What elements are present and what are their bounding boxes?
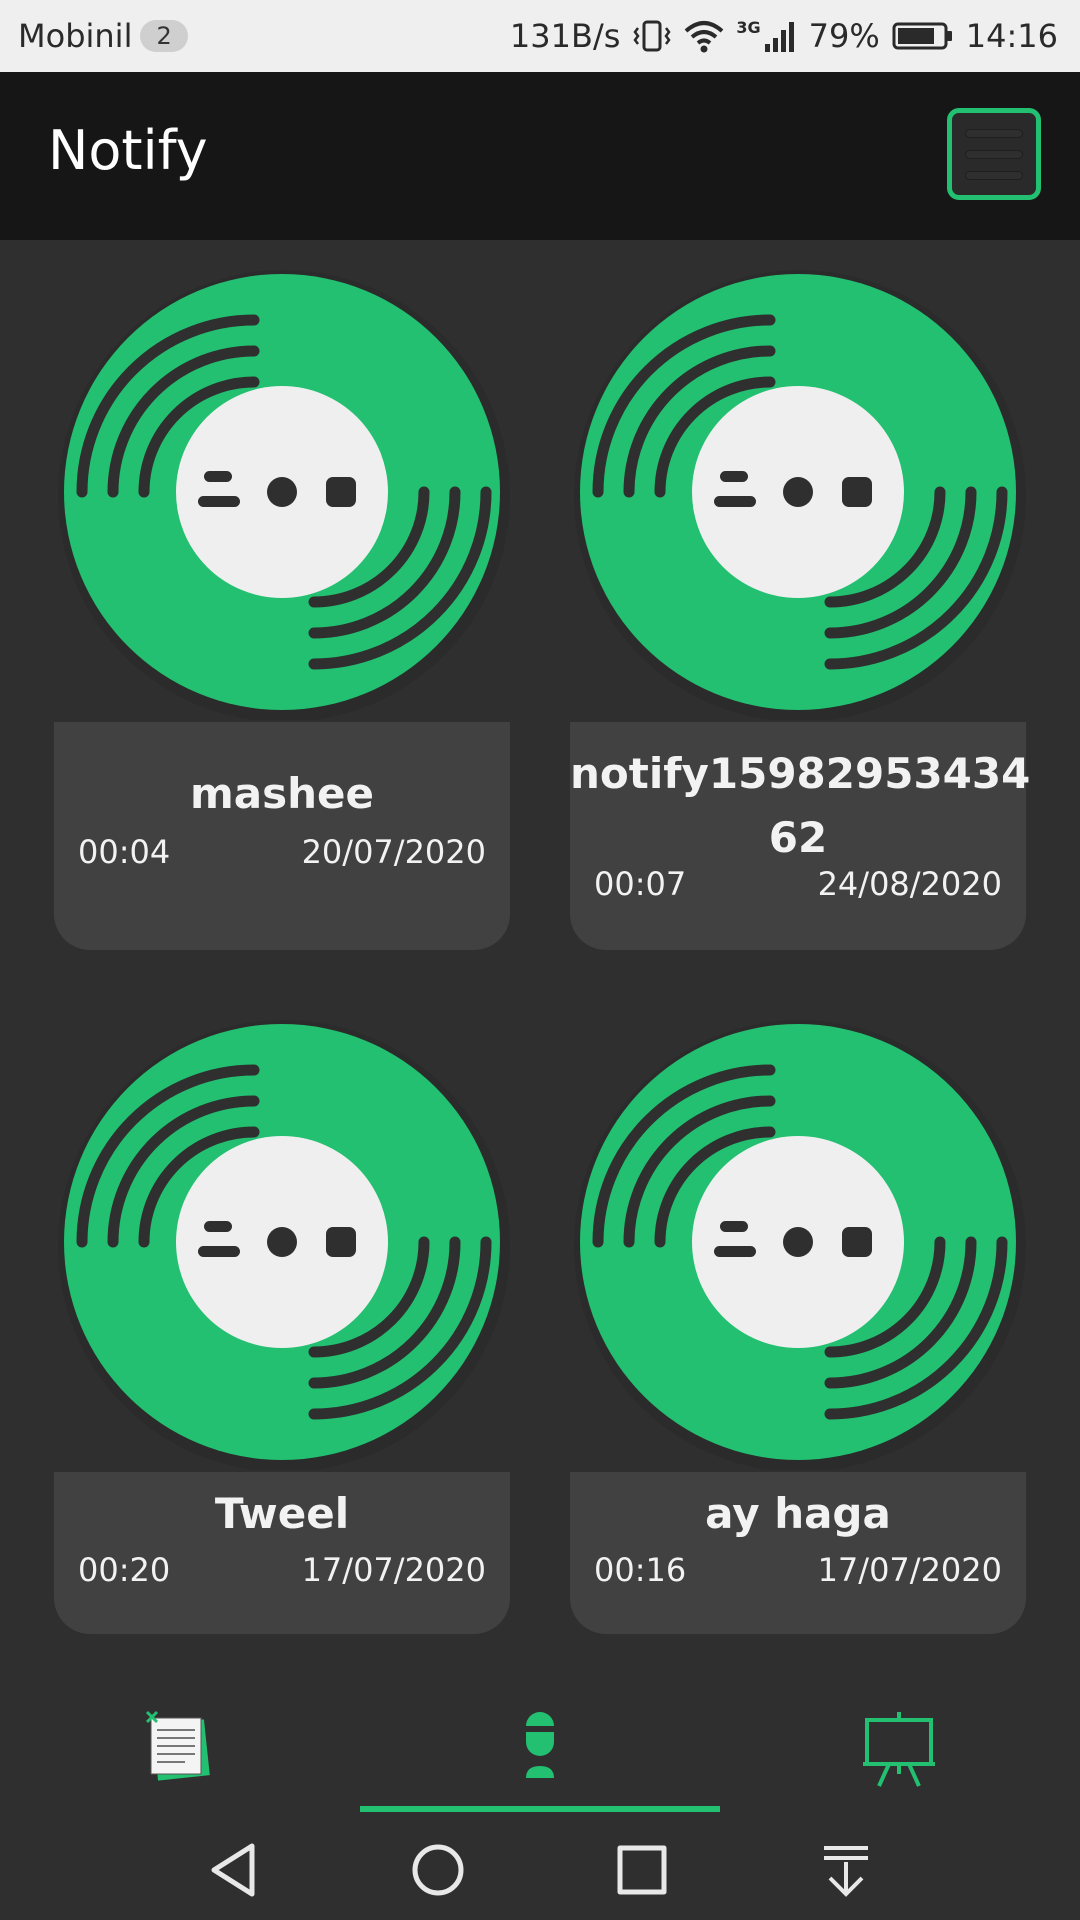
vinyl-disc-icon — [570, 264, 1026, 720]
recording-duration: 00:04 — [78, 833, 171, 871]
battery-icon — [892, 21, 954, 51]
recording-card[interactable]: notify15982953434 62 00:07 24/08/2020 — [570, 264, 1031, 950]
nav-recorder[interactable] — [495, 1702, 585, 1792]
nav-board[interactable] — [855, 1702, 945, 1792]
app-bar: Notify — [0, 72, 1080, 240]
wifi-icon — [684, 19, 724, 53]
hamburger-menu-icon — [966, 129, 1022, 137]
vibrate-icon — [632, 18, 672, 54]
vinyl-disc-icon — [54, 264, 510, 720]
recording-info: ay haga 00:16 17/07/2020 — [570, 1472, 1026, 1634]
recording-duration: 00:20 — [78, 1551, 171, 1589]
recording-card[interactable]: Tweel 00:20 17/07/2020 — [54, 1014, 510, 1634]
notifications-pulldown-icon[interactable] — [816, 1840, 876, 1900]
menu-button[interactable] — [947, 108, 1041, 200]
clock: 14:16 — [965, 17, 1058, 55]
status-bar: Mobinil 2 131B/s 3G 79% 14:16 — [0, 0, 1080, 72]
status-left: Mobinil 2 — [18, 17, 188, 55]
net-speed: 131B/s — [509, 17, 621, 55]
recents-square-icon[interactable] — [612, 1840, 672, 1900]
sim-badge: 2 — [140, 20, 188, 52]
recording-date: 20/07/2020 — [301, 833, 486, 871]
nav-notes[interactable] — [135, 1702, 225, 1792]
vinyl-disc-icon — [570, 1014, 1026, 1470]
recording-duration: 00:07 — [594, 865, 687, 903]
recording-info: Tweel 00:20 17/07/2020 — [54, 1472, 510, 1634]
app-title: Notify — [48, 119, 208, 182]
recording-title-line2: 62 — [768, 813, 828, 862]
menu-line — [966, 171, 1022, 179]
notepad-icon — [145, 1710, 210, 1781]
system-navigation-bar — [0, 1812, 1080, 1920]
vinyl-disc-icon — [54, 1014, 510, 1470]
recording-info: notify15982953434 62 00:07 24/08/2020 — [570, 722, 1031, 950]
home-circle-icon[interactable] — [408, 1840, 468, 1900]
back-triangle-icon[interactable] — [204, 1840, 264, 1900]
recording-date: 24/08/2020 — [817, 865, 1002, 903]
recording-info: mashee 00:04 20/07/2020 — [54, 722, 510, 950]
recording-date: 17/07/2020 — [301, 1551, 486, 1589]
easel-board-icon — [863, 1712, 935, 1787]
recording-card[interactable]: mashee 00:04 20/07/2020 — [54, 264, 510, 950]
recording-title: mashee — [190, 769, 374, 818]
recording-date: 17/07/2020 — [817, 1551, 1002, 1589]
recording-title-line1: notify15982953434 — [570, 749, 1031, 798]
carrier-name: Mobinil — [18, 17, 133, 55]
recording-title: ay haga — [705, 1489, 891, 1538]
battery-percent: 79% — [808, 17, 880, 55]
network-type: 3G — [736, 18, 761, 37]
status-right: 131B/s 3G 79% 14:16 — [498, 17, 1058, 55]
microphone-icon — [526, 1712, 554, 1778]
recording-card[interactable]: ay haga 00:16 17/07/2020 — [570, 1014, 1026, 1634]
signal-icon: 3G — [736, 18, 796, 54]
menu-line — [966, 150, 1022, 158]
bottom-navigation — [0, 1672, 1080, 1812]
recording-duration: 00:16 — [594, 1551, 687, 1589]
recording-title: Tweel — [214, 1489, 350, 1538]
